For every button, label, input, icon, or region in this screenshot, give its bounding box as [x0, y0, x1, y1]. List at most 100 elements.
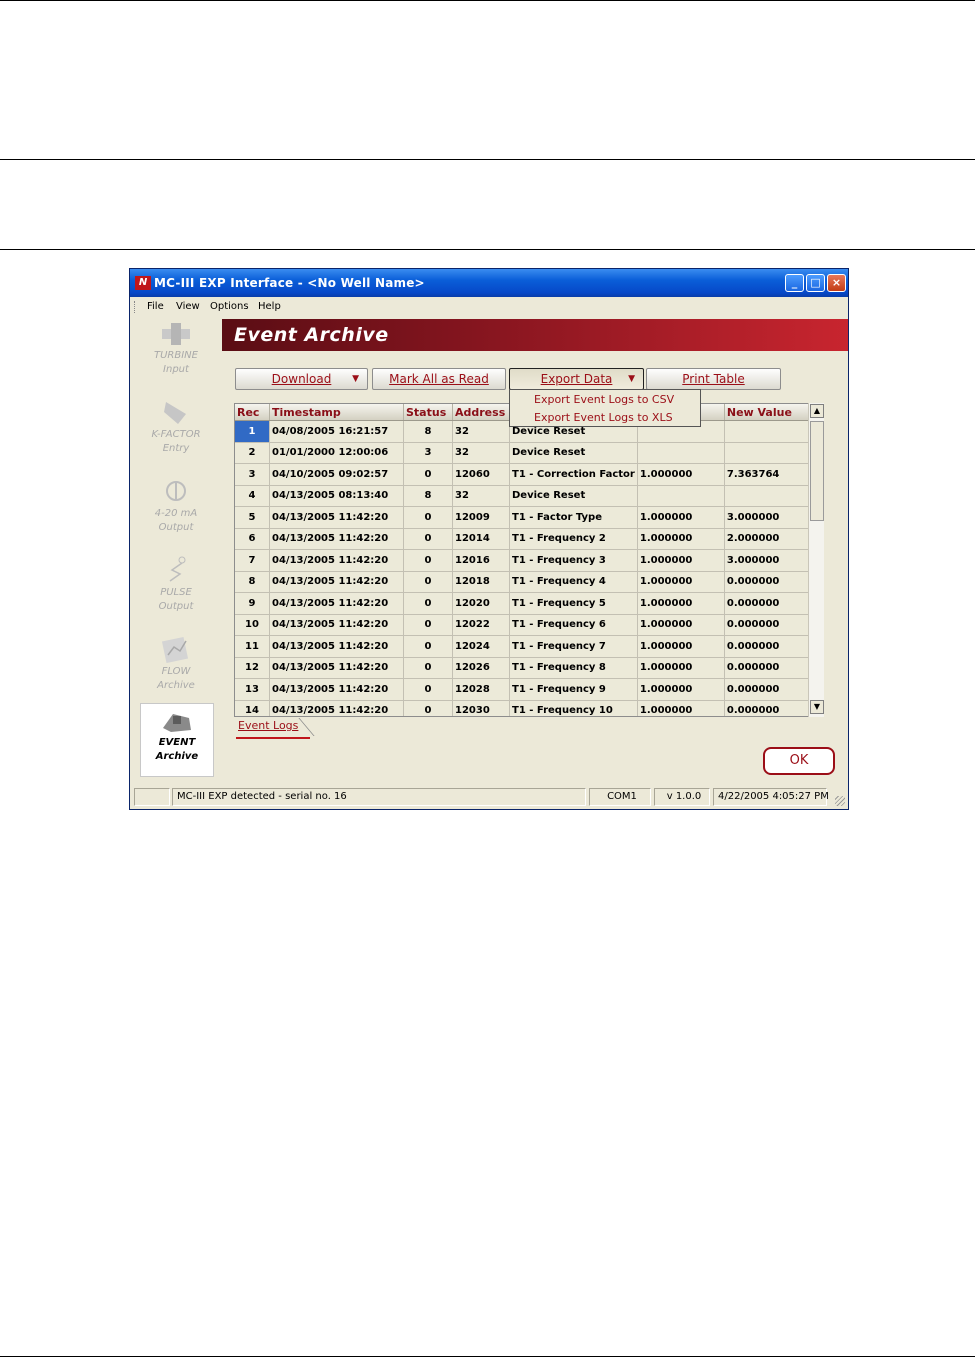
- column-header-rec[interactable]: Rec: [235, 404, 270, 421]
- cell-status[interactable]: 0: [403, 463, 453, 486]
- cell-rec[interactable]: 6: [235, 528, 270, 550]
- cell-old-value[interactable]: 1.000000: [637, 549, 725, 572]
- cell-description[interactable]: T1 - Frequency 2: [509, 528, 638, 550]
- cell-rec[interactable]: 9: [235, 592, 270, 615]
- cell-status[interactable]: 0: [403, 700, 453, 716]
- cell-new-value[interactable]: [724, 485, 816, 507]
- cell-old-value[interactable]: 1.000000: [637, 678, 725, 701]
- cell-new-value[interactable]: 0.000000: [724, 700, 816, 716]
- cell-status[interactable]: 0: [403, 678, 453, 701]
- table-row[interactable]: 8 04/13/2005 11:42:20 0 12018 T1 - Frequency…: [235, 571, 816, 593]
- cell-address[interactable]: 12022: [452, 614, 510, 636]
- cell-new-value[interactable]: 3.000000: [724, 506, 816, 529]
- table-row[interactable]: 3 04/10/2005 09:02:57 0 12060 T1 - Correctio…: [235, 463, 816, 486]
- cell-description[interactable]: T1 - Frequency 6: [509, 614, 638, 636]
- cell-description[interactable]: T1 - Correction Factor: [509, 463, 638, 486]
- cell-new-value[interactable]: 7.363764: [724, 463, 816, 486]
- cell-status[interactable]: 0: [403, 549, 453, 572]
- cell-timestamp[interactable]: 04/13/2005 11:42:20: [269, 700, 404, 716]
- table-row[interactable]: 5 04/13/2005 11:42:20 0 12009 T1 - Factor Ty…: [235, 506, 816, 529]
- cell-status[interactable]: 0: [403, 528, 453, 550]
- cell-new-value[interactable]: [724, 420, 816, 443]
- table-row[interactable]: 7 04/13/2005 11:42:20 0 12016 T1 - Frequency…: [235, 549, 816, 572]
- cell-address[interactable]: 12009: [452, 506, 510, 529]
- table-row[interactable]: 12 04/13/2005 11:42:20 0 12026 T1 - Frequenc…: [235, 657, 816, 679]
- export-data-button[interactable]: Export Data ▼: [509, 368, 644, 390]
- cell-old-value[interactable]: 1.000000: [637, 528, 725, 550]
- cell-description[interactable]: Device Reset: [509, 485, 638, 507]
- title-bar[interactable]: N MC-III EXP Interface - <No Well Name> …: [130, 269, 848, 297]
- menu-options[interactable]: Options: [210, 301, 249, 312]
- column-header-new-value[interactable]: New Value: [724, 404, 816, 421]
- cell-description[interactable]: T1 - Frequency 9: [509, 678, 638, 701]
- cell-description[interactable]: T1 - Frequency 10: [509, 700, 638, 716]
- cell-status[interactable]: 0: [403, 506, 453, 529]
- cell-new-value[interactable]: 0.000000: [724, 635, 816, 658]
- table-row[interactable]: 4 04/13/2005 08:13:40 8 32 Device Reset: [235, 485, 816, 507]
- cell-description[interactable]: T1 - Frequency 7: [509, 635, 638, 658]
- cell-rec[interactable]: 2: [235, 442, 270, 464]
- cell-description[interactable]: T1 - Frequency 3: [509, 549, 638, 572]
- cell-description[interactable]: T1 - Frequency 4: [509, 571, 638, 593]
- cell-old-value[interactable]: 1.000000: [637, 592, 725, 615]
- cell-address[interactable]: 12026: [452, 657, 510, 679]
- cell-rec[interactable]: 13: [235, 678, 270, 701]
- cell-address[interactable]: 32: [452, 485, 510, 507]
- nav-flow-archive[interactable]: FLOW Archive: [140, 633, 212, 707]
- cell-address[interactable]: 12060: [452, 463, 510, 486]
- cell-address[interactable]: 12016: [452, 549, 510, 572]
- cell-address[interactable]: 32: [452, 420, 510, 443]
- cell-new-value[interactable]: 0.000000: [724, 614, 816, 636]
- cell-timestamp[interactable]: 04/13/2005 08:13:40: [269, 485, 404, 507]
- cell-status[interactable]: 8: [403, 485, 453, 507]
- cell-status[interactable]: 0: [403, 614, 453, 636]
- table-row[interactable]: 10 04/13/2005 11:42:20 0 12022 T1 - Frequenc…: [235, 614, 816, 636]
- cell-old-value[interactable]: 1.000000: [637, 571, 725, 593]
- cell-rec[interactable]: 10: [235, 614, 270, 636]
- cell-address[interactable]: 12028: [452, 678, 510, 701]
- cell-address[interactable]: 12030: [452, 700, 510, 716]
- export-xls-item[interactable]: Export Event Logs to XLS: [534, 411, 673, 424]
- nav-event-archive[interactable]: EVENT Archive: [140, 703, 214, 777]
- table-row[interactable]: 2 01/01/2000 12:00:06 3 32 Device Reset: [235, 442, 816, 464]
- cell-address[interactable]: 12018: [452, 571, 510, 593]
- table-row[interactable]: 11 04/13/2005 11:42:20 0 12024 T1 - Frequenc…: [235, 635, 816, 658]
- mark-all-read-button[interactable]: Mark All as Read: [372, 368, 506, 390]
- cell-status[interactable]: 0: [403, 657, 453, 679]
- export-csv-item[interactable]: Export Event Logs to CSV: [534, 393, 674, 406]
- table-row[interactable]: 14 04/13/2005 11:42:20 0 12030 T1 - Frequenc…: [235, 700, 816, 716]
- vertical-scrollbar[interactable]: ▲ ▼: [808, 403, 824, 717]
- cell-old-value[interactable]: [637, 485, 725, 507]
- nav-4-20ma-output[interactable]: 4-20 mA Output: [140, 475, 212, 549]
- ok-button[interactable]: OK: [763, 747, 835, 775]
- cell-address[interactable]: 12014: [452, 528, 510, 550]
- cell-status[interactable]: 0: [403, 571, 453, 593]
- cell-old-value[interactable]: [637, 442, 725, 464]
- download-button[interactable]: Download ▼: [235, 368, 368, 390]
- cell-timestamp[interactable]: 04/13/2005 11:42:20: [269, 635, 404, 658]
- cell-address[interactable]: 32: [452, 442, 510, 464]
- scroll-thumb[interactable]: [810, 421, 824, 521]
- cell-timestamp[interactable]: 04/13/2005 11:42:20: [269, 657, 404, 679]
- minimize-button[interactable]: _: [785, 274, 804, 292]
- menu-file[interactable]: File: [147, 301, 164, 312]
- cell-address[interactable]: 12024: [452, 635, 510, 658]
- cell-old-value[interactable]: 1.000000: [637, 463, 725, 486]
- cell-status[interactable]: 3: [403, 442, 453, 464]
- close-button[interactable]: ×: [827, 274, 846, 292]
- menu-view[interactable]: View: [176, 301, 200, 312]
- cell-rec[interactable]: 11: [235, 635, 270, 658]
- cell-timestamp[interactable]: 01/01/2000 12:00:06: [269, 442, 404, 464]
- cell-timestamp[interactable]: 04/13/2005 11:42:20: [269, 528, 404, 550]
- cell-old-value[interactable]: 1.000000: [637, 506, 725, 529]
- tab-event-logs[interactable]: Event Logs: [236, 718, 329, 739]
- cell-timestamp[interactable]: 04/13/2005 11:42:20: [269, 549, 404, 572]
- cell-description[interactable]: T1 - Frequency 5: [509, 592, 638, 615]
- column-header-status[interactable]: Status: [403, 404, 453, 421]
- cell-rec[interactable]: 14: [235, 700, 270, 716]
- menu-help[interactable]: Help: [258, 301, 281, 312]
- print-table-button[interactable]: Print Table: [646, 368, 781, 390]
- scroll-up-icon[interactable]: ▲: [810, 404, 824, 418]
- cell-status[interactable]: 0: [403, 635, 453, 658]
- cell-new-value[interactable]: 0.000000: [724, 657, 816, 679]
